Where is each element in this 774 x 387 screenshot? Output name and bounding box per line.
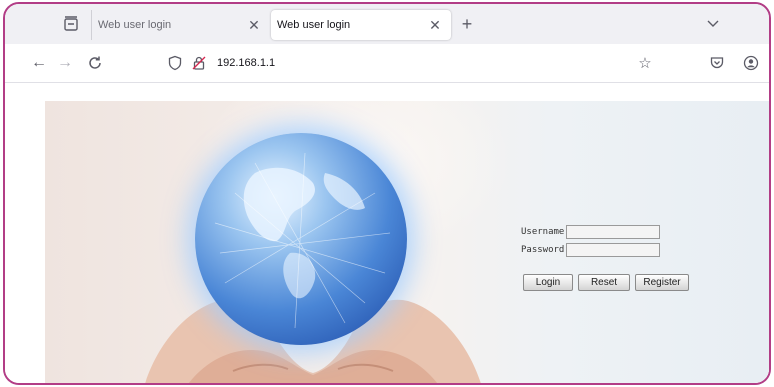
pocket-icon[interactable] (707, 53, 727, 73)
login-banner-image: Username Password Login Reset Register (45, 101, 769, 383)
close-icon[interactable]: ✕ (244, 15, 264, 35)
url-text[interactable]: 192.168.1.1 (217, 57, 275, 69)
close-icon[interactable]: ✕ (425, 15, 445, 35)
reset-button[interactable]: Reset (578, 274, 630, 291)
new-tab-icon[interactable]: + (457, 14, 477, 34)
tab-active[interactable]: Web user login ✕ (271, 10, 451, 40)
browser-window: Web user login ✕ Web user login ✕ + ← → … (3, 2, 771, 385)
reload-icon[interactable] (85, 53, 105, 73)
address-bar[interactable]: 192.168.1.1 (161, 50, 681, 76)
register-button[interactable]: Register (635, 274, 689, 291)
forward-icon[interactable]: → (55, 53, 75, 73)
username-label: Username (521, 227, 565, 237)
login-button[interactable]: Login (523, 274, 573, 291)
star-icon[interactable]: ☆ (635, 53, 655, 73)
username-input[interactable] (566, 225, 660, 239)
navigation-bar: ← → 192.168.1.1 ☆ (5, 44, 769, 83)
globe-image (195, 133, 407, 345)
tabs-menu-icon[interactable] (703, 14, 723, 34)
password-label: Password (521, 245, 565, 255)
lock-icon[interactable] (191, 55, 207, 71)
page-content: Username Password Login Reset Register (5, 83, 769, 383)
back-icon[interactable]: ← (29, 53, 49, 73)
tab-title: Web user login (277, 19, 351, 31)
tab-inactive[interactable]: Web user login ✕ (91, 10, 270, 40)
login-form: Username Password Login Reset Register (521, 221, 721, 301)
tab-bar: Web user login ✕ Web user login ✕ + (5, 4, 769, 44)
password-input[interactable] (566, 243, 660, 257)
username-row: Username (521, 224, 660, 240)
tab-list-icon[interactable] (61, 14, 81, 34)
form-buttons: Login Reset Register (523, 274, 689, 291)
account-icon[interactable] (741, 53, 761, 73)
shield-icon[interactable] (167, 55, 183, 71)
tab-title: Web user login (98, 19, 172, 31)
password-row: Password (521, 242, 660, 258)
